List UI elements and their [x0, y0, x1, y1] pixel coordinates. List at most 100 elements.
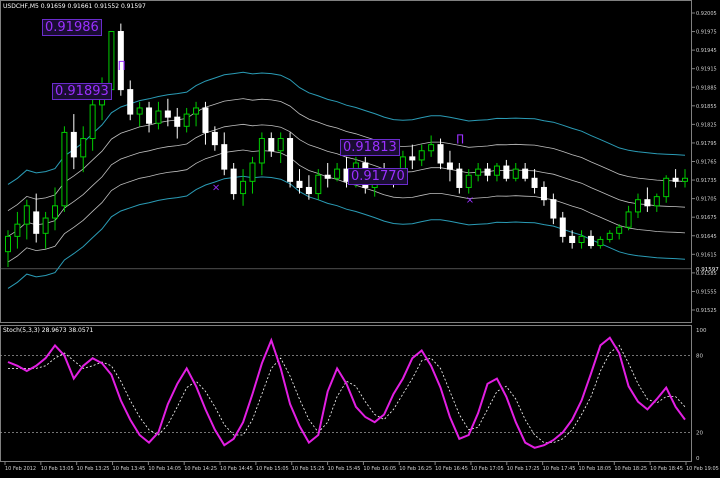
time-axis-label: 10 Feb 15:05	[256, 466, 289, 472]
time-axis-label: 10 Feb 16:25	[399, 466, 432, 472]
bear-candle-body	[127, 89, 134, 115]
time-axis-label: 10 Feb 16:05	[363, 466, 396, 472]
price-annotation-1[interactable]: 0.91986	[42, 19, 102, 36]
price-axis-label: 0.91735	[696, 178, 717, 184]
bear-candle-body	[202, 107, 209, 133]
stoch-axis-label: 20	[696, 430, 703, 436]
time-axis-label: 10 Feb 14:45	[220, 466, 253, 472]
bull-candle-body	[108, 31, 115, 91]
bear-candle-body	[456, 168, 463, 188]
stoch-label: Stoch(5,3,3) 28.9673 38.0571	[3, 327, 94, 334]
bear-candle-body	[484, 168, 491, 176]
price-axis-label: 0.91615	[696, 252, 717, 258]
price-axis-label: 0.91795	[696, 141, 717, 147]
time-axis-label: 10 Feb 18:05	[578, 466, 611, 472]
symbol-title: USDCHF,M5	[3, 3, 39, 10]
bull-candle-body	[512, 168, 519, 179]
bear-candle-body	[644, 199, 651, 207]
bull-candle-body	[634, 199, 641, 213]
bull-candle-body	[653, 196, 660, 207]
bear-candle-body	[70, 131, 77, 158]
stoch-axis-label: 0	[696, 456, 700, 462]
bear-candle-body	[437, 144, 444, 164]
price-axis-label: 0.91855	[696, 104, 717, 110]
stochastic-layer	[7, 336, 686, 449]
ohlc-values: 0.91659 0.91661 0.91552 0.91597	[40, 3, 146, 10]
bear-candle-body	[305, 186, 312, 195]
chart-window[interactable]: 0.92005 0.91975 0.91945 0.91915 0.91885 0.918…	[0, 0, 720, 474]
price-annotation-2[interactable]: 0.91893	[52, 83, 112, 100]
time-axis-label: 10 Feb 17:25	[507, 466, 540, 472]
price-annotation-4[interactable]: 0.91770	[348, 168, 408, 185]
time-axis-label: 10 Feb 14:25	[184, 466, 217, 472]
bull-candle-body	[14, 223, 21, 237]
signal-marker-icon: ∏	[118, 60, 126, 71]
price-axis-label: 0.91885	[696, 85, 717, 91]
price-chart-canvas[interactable]: 0.92005 0.91975 0.91945 0.91915 0.91885 0.918…	[0, 0, 720, 474]
bull-candle-body	[475, 168, 482, 176]
bull-candle-body	[663, 177, 670, 198]
bull-candle-body	[418, 150, 425, 161]
symbol-header: USDCHF,M5 0.91659 0.91661 0.91552 0.9159…	[3, 3, 146, 10]
bull-candle-body	[52, 205, 59, 219]
bear-candle-body	[522, 168, 529, 179]
bear-candle-body	[587, 235, 594, 247]
bull-candle-body	[315, 174, 322, 195]
bull-candle-body	[277, 138, 284, 152]
bull-candle-body	[465, 174, 472, 188]
bull-candle-body	[136, 107, 143, 115]
bull-candle-body	[578, 235, 585, 243]
price-axis-label: 0.91945	[696, 48, 717, 54]
time-axis-label: 10 Feb 16:45	[435, 466, 468, 472]
stoch-axis-label: 100	[696, 328, 707, 334]
bull-candle-body	[249, 162, 256, 182]
signal-marker-icon: ×	[466, 195, 474, 206]
panel-borders	[0, 0, 692, 462]
bear-candle-body	[503, 165, 510, 179]
bear-candle-body	[164, 110, 171, 118]
bear-candle-body	[146, 107, 153, 124]
time-axis-label: 10 Feb 13:05	[41, 466, 74, 472]
bull-candle-body	[89, 104, 96, 140]
bear-candle-body	[550, 199, 557, 219]
bull-candle-body	[155, 110, 162, 124]
time-axis-label: 10 Feb 18:25	[614, 466, 647, 472]
time-axis-label: 10 Feb 2012	[5, 466, 36, 472]
bear-candle-body	[446, 162, 453, 170]
bull-candle-body	[258, 138, 265, 164]
time-axis-label: 10 Feb 13:25	[77, 466, 110, 472]
bull-candle-body	[5, 235, 11, 253]
time-axis-label: 10 Feb 17:45	[543, 466, 576, 472]
bull-candle-body	[597, 238, 604, 247]
bear-candle-body	[268, 138, 275, 152]
time-axis-label: 10 Feb 15:25	[292, 466, 325, 472]
bear-candle-body	[559, 217, 566, 237]
stoch-panel-border	[0, 325, 692, 462]
bull-candle-body	[606, 232, 613, 240]
bull-candle-body	[682, 177, 688, 182]
time-axis-label: 10 Feb 15:45	[328, 466, 361, 472]
bull-candle-body	[183, 113, 190, 127]
time-axis-label: 10 Feb 17:05	[471, 466, 504, 472]
price-annotation-3[interactable]: 0.91813	[340, 139, 400, 156]
bear-candle-body	[174, 116, 181, 127]
signal-marker-icon: ×	[212, 183, 220, 194]
bull-candle-body	[428, 144, 435, 152]
bull-candle-body	[23, 205, 30, 225]
bear-candle-body	[33, 211, 40, 234]
bear-candle-body	[672, 177, 679, 182]
signal-marker-icon: ∏	[456, 134, 464, 145]
stoch-axis-label: 80	[696, 354, 703, 360]
bull-candle-body	[616, 226, 623, 234]
bull-candle-body	[334, 168, 341, 179]
bear-candle-body	[540, 186, 547, 201]
price-axis-label: 0.92005	[696, 11, 717, 17]
price-axis-label: 0.91825	[696, 122, 717, 128]
price-axis-label: 0.91645	[696, 234, 717, 240]
bear-candle-body	[531, 177, 538, 188]
bear-candle-body	[324, 174, 331, 179]
bull-candle-body	[240, 180, 247, 195]
price-axis-label: 0.91525	[696, 308, 717, 314]
bear-candle-body	[211, 131, 218, 146]
bull-candle-body	[80, 138, 87, 158]
